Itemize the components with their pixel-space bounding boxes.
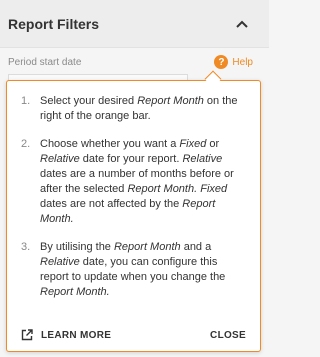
help-tips-list: 1. Select your desired Report Month on th… — [7, 81, 260, 300]
help-label: Help — [232, 56, 253, 68]
period-start-row: Period start date ? Help — [0, 50, 269, 74]
popover-footer: LEARN MORE CLOSE — [7, 319, 260, 351]
question-icon: ? — [214, 55, 229, 69]
chevron-up-icon[interactable] — [235, 17, 249, 31]
help-tip-text: Choose whether you want a Fixed or Relat… — [40, 138, 234, 225]
learn-more-label: LEARN MORE — [41, 329, 112, 341]
help-tip-text: By utilising the Report Month and a Rela… — [40, 241, 226, 298]
help-tip: 1. Select your desired Report Month on th… — [21, 94, 244, 124]
help-link[interactable]: ? Help — [214, 55, 253, 69]
period-start-label: Period start date — [8, 56, 82, 68]
help-tip: 3. By utilising the Report Month and a Re… — [21, 240, 244, 300]
learn-more-link[interactable]: LEARN MORE — [21, 329, 111, 341]
help-tip-number: 2. — [21, 138, 31, 150]
external-link-icon — [21, 329, 33, 341]
help-popover: 1. Select your desired Report Month on th… — [6, 80, 261, 352]
help-tip: 2. Choose whether you want a Fixed or Rel… — [21, 137, 244, 227]
help-tip-number: 3. — [21, 241, 31, 253]
help-tip-text: Select your desired Report Month on the … — [40, 95, 238, 122]
report-filters-header[interactable]: Report Filters — [0, 0, 269, 48]
help-tip-number: 1. — [21, 95, 31, 107]
panel-title: Report Filters — [8, 15, 100, 32]
close-button[interactable]: CLOSE — [210, 330, 246, 341]
